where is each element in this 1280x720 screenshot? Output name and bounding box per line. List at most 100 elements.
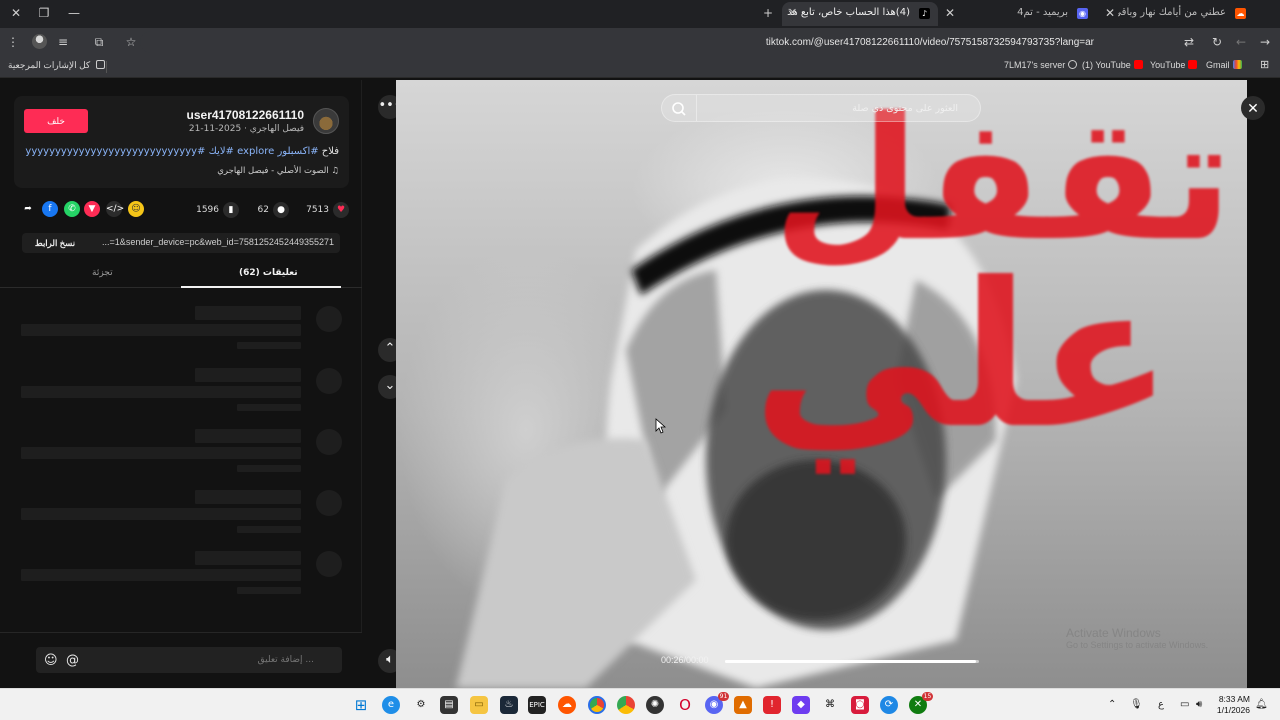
bookmark-7lm17[interactable]: 7LM17's server xyxy=(1004,60,1080,70)
xbox-icon[interactable]: ✕ 15 xyxy=(909,692,933,714)
comment-button[interactable]: 62 ● xyxy=(258,200,289,220)
browser-tab-strip: ✕ ❐ — + ✕ ♪ (4)هذا الحساب خاص، تابع هذ ✕… xyxy=(0,0,1280,28)
bookmark-youtube-2[interactable]: YouTube xyxy=(1150,60,1200,70)
bookmark-gmail[interactable]: Gmail xyxy=(1206,60,1245,70)
app-icon[interactable]: ⟳ xyxy=(880,696,898,714)
speaker-icon[interactable]: 🔊︎ xyxy=(1196,699,1202,710)
tab-close-icon[interactable]: ✕ xyxy=(1100,4,1120,22)
bookmark-youtube-1[interactable]: (1) YouTube xyxy=(1082,60,1146,70)
follow-button[interactable]: خلف xyxy=(24,109,88,133)
tab-close-icon[interactable]: ✕ xyxy=(788,2,797,24)
whatsapp-icon[interactable]: ✆ xyxy=(64,201,80,217)
tab-discord[interactable]: ◉ بريميد - تم4 xyxy=(960,2,1096,26)
comment-input[interactable] xyxy=(36,647,342,673)
input-language[interactable]: ع xyxy=(1158,699,1164,710)
apps-grid-icon[interactable]: ⊞ xyxy=(1260,58,1269,71)
share-link-text[interactable]: ...=1&sender_device=pc&web_id=7581252452… xyxy=(88,237,334,247)
edge-icon[interactable]: e xyxy=(382,696,400,714)
reading-list-icon[interactable]: ≡ xyxy=(54,33,72,51)
back-icon[interactable]: → xyxy=(1256,33,1274,51)
video-player[interactable]: تقفل علي xyxy=(396,80,1247,688)
show-hidden-icons-icon[interactable]: ⌃ xyxy=(1108,699,1116,710)
tab-title: (4)هذا الحساب خاص، تابع هذ xyxy=(787,7,910,18)
emoji-icon[interactable]: ☺ xyxy=(44,653,58,668)
close-video-button[interactable]: ✕ xyxy=(1241,96,1265,120)
tab-soundcloud[interactable]: ☁ عطني من أيامك نهار وباقي Cloud xyxy=(1118,2,1254,26)
embed-code-icon[interactable]: </> xyxy=(106,201,124,217)
skeleton-line xyxy=(195,490,301,504)
epic-games-icon[interactable]: EPIC xyxy=(528,696,546,714)
copy-link-button[interactable]: نسخ الرابط xyxy=(26,235,84,251)
soundcloud-app-icon[interactable]: ☁ xyxy=(558,696,576,714)
search-icon[interactable] xyxy=(670,100,688,118)
activate-windows-watermark: Activate Windows Go to Settings to activ… xyxy=(1066,626,1208,651)
tab-close-icon[interactable]: ✕ xyxy=(940,4,960,22)
video-caption: فلاح #اكسبلور explore #لايك #yyyyyyyyyyy… xyxy=(19,146,339,157)
reload-icon[interactable]: ↻ xyxy=(1208,33,1226,51)
notification-badge: 91 xyxy=(718,692,729,701)
bookmarks-bar: كل الإشارات المرجعية 7LM17's server (1) … xyxy=(0,56,1280,78)
store-icon[interactable]: ▤ xyxy=(440,696,458,714)
app-icon[interactable]: ◙ xyxy=(851,696,869,714)
menu-kebab-icon[interactable]: ⋮ xyxy=(4,33,22,51)
capcut-icon[interactable]: ⌘ xyxy=(821,696,839,714)
tab-tiktok[interactable]: ✕ ♪ (4)هذا الحساب خاص، تابع هذ xyxy=(782,2,938,26)
skeleton-avatar xyxy=(316,306,342,332)
like-count: 7513 xyxy=(306,205,329,215)
site-settings-icon[interactable]: ⇄ xyxy=(1180,33,1198,51)
tab-creator-videos[interactable]: تجزئة xyxy=(92,268,113,278)
skeleton-avatar xyxy=(316,368,342,394)
network-icon[interactable]: ▭ xyxy=(1180,699,1189,710)
author-avatar[interactable] xyxy=(313,108,339,134)
new-tab-icon[interactable]: + xyxy=(758,4,778,22)
steam-icon[interactable]: ♨ xyxy=(500,696,518,714)
app-icon[interactable]: ◆ xyxy=(792,696,810,714)
search-input[interactable] xyxy=(696,95,980,121)
chrome-icon[interactable] xyxy=(617,696,635,714)
caption-hashtags[interactable]: #اكسبلور explore #لايك #yyyyyyyyyyyyyyyy… xyxy=(25,146,318,157)
file-explorer-icon[interactable]: ▭ xyxy=(470,696,488,714)
author-username[interactable]: user41708122661110 xyxy=(187,108,304,122)
bookmark-star-icon[interactable]: ☆ xyxy=(122,33,140,51)
forward-icon[interactable]: ← xyxy=(1232,33,1250,51)
skeleton-line xyxy=(237,465,301,472)
send-to-friends-icon[interactable]: ▼ xyxy=(84,201,100,217)
music-row[interactable]: ♫ الصوت الأصلي - فيصل الهاجري xyxy=(217,166,339,176)
progress-bar[interactable] xyxy=(725,660,979,663)
window-minimize-icon[interactable]: — xyxy=(64,4,84,22)
coin-icon[interactable]: ☺ xyxy=(128,201,144,217)
vlc-icon[interactable]: ▲ xyxy=(734,696,752,714)
microphone-icon[interactable]: 🎙︎ xyxy=(1130,699,1143,710)
chatgpt-icon[interactable]: ✺ xyxy=(646,696,664,714)
chrome-active-icon[interactable] xyxy=(588,696,606,714)
notifications-bell-icon[interactable]: 🔔︎ xyxy=(1255,699,1268,710)
system-clock[interactable]: 8:33 AM 1/1/2026 xyxy=(1217,694,1250,716)
playback-time: 00:26/00:00 xyxy=(661,655,709,665)
skeleton-line xyxy=(21,386,301,398)
settings-gear-icon[interactable]: ⚙ xyxy=(412,696,430,714)
clock-date: 1/1/2026 xyxy=(1216,705,1250,715)
all-bookmarks-button[interactable]: كل الإشارات المرجعية xyxy=(8,60,108,71)
share-arrow-icon[interactable]: ➦ xyxy=(20,201,36,217)
skeleton-avatar xyxy=(316,551,342,577)
start-menu-icon[interactable]: ⊞ xyxy=(352,696,370,714)
mention-icon[interactable]: @ xyxy=(66,653,79,668)
skeleton-line xyxy=(195,306,301,320)
window-close-icon[interactable]: ✕ xyxy=(6,4,26,22)
video-details-panel: user41708122661110 فيصل الهاجري · 2025-1… xyxy=(0,80,362,688)
address-bar[interactable]: tiktok.com/@user41708122661110/video/757… xyxy=(140,31,1200,53)
opera-icon[interactable]: O xyxy=(676,696,694,714)
save-button[interactable]: 1596 ▮ xyxy=(196,200,239,220)
discord-icon[interactable]: ◉ 91 xyxy=(705,692,729,714)
facebook-icon[interactable]: f xyxy=(42,201,58,217)
tab-comments[interactable]: تعليقات (62) xyxy=(239,268,298,278)
extensions-icon[interactable]: ⧉ xyxy=(90,33,108,51)
skeleton-line xyxy=(237,587,301,594)
related-search-box[interactable] xyxy=(661,94,981,122)
profile-avatar[interactable] xyxy=(32,34,47,49)
windows-taskbar: ⊞ e ⚙ ▤ ▭ ♨ EPIC ☁ ✺ O ◉ 91 ▲ ! ◆ ⌘ ◙ ⟳ ✕… xyxy=(0,688,1280,720)
window-restore-icon[interactable]: ❐ xyxy=(34,4,54,22)
app-icon[interactable]: ! xyxy=(763,696,781,714)
music-title: الصوت الأصلي - فيصل الهاجري xyxy=(217,166,329,176)
like-button[interactable]: 7513 ♥ xyxy=(306,200,349,220)
